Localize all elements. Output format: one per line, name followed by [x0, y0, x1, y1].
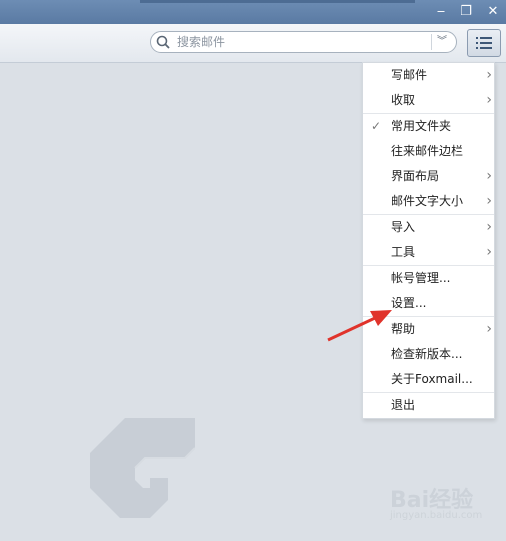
- menu-item-label: 退出: [391, 398, 416, 412]
- chevron-right-icon: ›: [486, 168, 492, 184]
- menu-item-label: 往来邮件边栏: [391, 144, 464, 158]
- chevron-right-icon: ›: [486, 219, 492, 235]
- menu-item[interactable]: 检查新版本...: [363, 342, 494, 367]
- double-chevron-down-icon: ︾: [437, 36, 447, 47]
- minimize-button[interactable]: ‒: [430, 3, 452, 21]
- menu-item[interactable]: 关于Foxmail...: [363, 367, 494, 392]
- search-options-dropdown[interactable]: ︾: [431, 34, 452, 50]
- menu-item-label: 导入: [391, 220, 416, 234]
- menu-item-label: 关于Foxmail...: [391, 372, 473, 386]
- menu-item-label: 邮件文字大小: [391, 194, 464, 208]
- foxmail-logo: [90, 418, 195, 518]
- menu-list-icon: [476, 37, 492, 49]
- menu-item-label: 帐号管理...: [391, 271, 451, 285]
- chevron-right-icon: ›: [486, 244, 492, 260]
- menu-item[interactable]: 写邮件 ›: [363, 63, 494, 88]
- menu-item-label: 检查新版本...: [391, 347, 463, 361]
- watermark-url: jingyan.baidu.com: [390, 510, 483, 521]
- title-bar: ‒ ❐ ✕: [0, 0, 506, 24]
- checkmark-icon: ✓: [371, 119, 382, 133]
- menu-item[interactable]: 退出: [363, 393, 494, 418]
- menu-item[interactable]: 收取 ›: [363, 88, 494, 113]
- annotation-arrow: [327, 310, 392, 342]
- menu-item[interactable]: 界面布局 ›: [363, 164, 494, 189]
- menu-item[interactable]: ✓ 常用文件夹: [363, 114, 494, 139]
- chevron-right-icon: ›: [486, 321, 492, 337]
- menu-item[interactable]: 往来邮件边栏: [363, 139, 494, 164]
- menu-item[interactable]: 邮件文字大小 ›: [363, 189, 494, 214]
- menu-item-label: 收取: [391, 93, 416, 107]
- chevron-right-icon: ›: [486, 193, 492, 209]
- menu-item-label: 常用文件夹: [391, 119, 452, 133]
- main-menu-button[interactable]: [467, 29, 501, 57]
- search-box: ︾: [150, 31, 457, 53]
- restore-button[interactable]: ❐: [455, 3, 477, 21]
- chevron-right-icon: ›: [486, 67, 492, 83]
- chevron-right-icon: ›: [486, 92, 492, 108]
- toolbar: ︾: [0, 24, 506, 63]
- close-button[interactable]: ✕: [482, 3, 504, 21]
- menu-item-label: 写邮件: [391, 68, 428, 82]
- title-bar-tab-strip: [140, 0, 415, 3]
- search-input[interactable]: [177, 34, 422, 50]
- menu-item[interactable]: 工具 ›: [363, 240, 494, 265]
- main-menu-dropdown: 写邮件 › 收取 › ✓ 常用文件夹往来邮件边栏 界面布局 › 邮件文字大小 › 导入 › 工具 › 帐号管…: [362, 62, 495, 419]
- menu-item-label: 工具: [391, 245, 416, 259]
- menu-item[interactable]: 导入 ›: [363, 215, 494, 240]
- menu-item-label: 界面布局: [391, 169, 440, 183]
- search-icon: [156, 35, 170, 49]
- menu-item[interactable]: 帐号管理...: [363, 266, 494, 291]
